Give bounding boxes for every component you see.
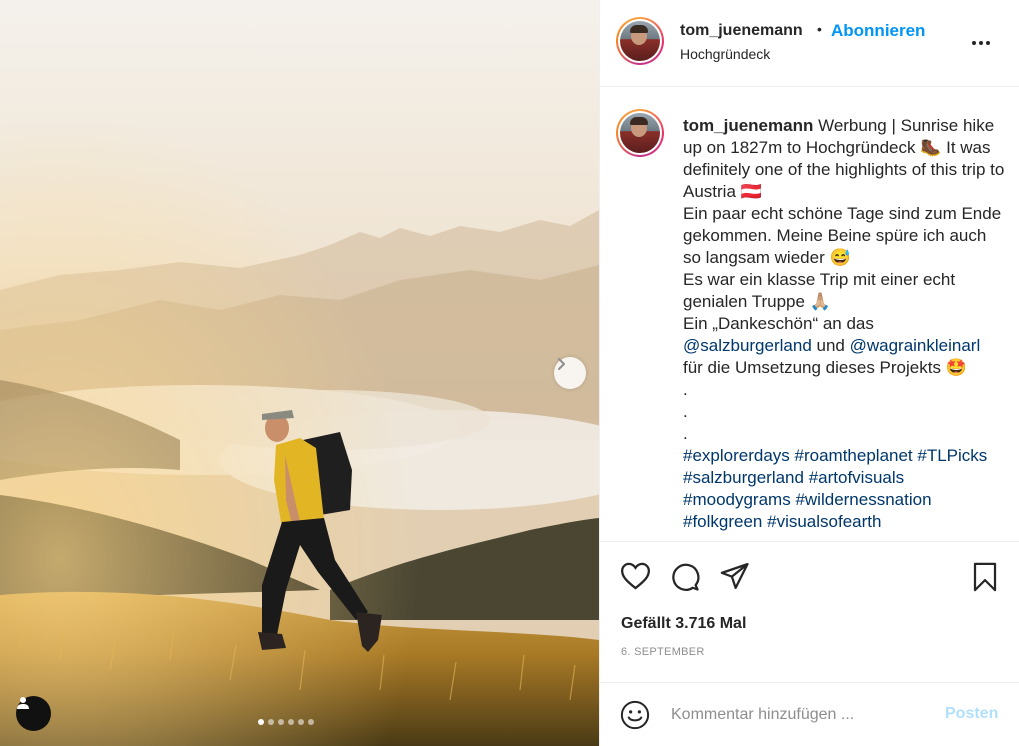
more-options-icon[interactable] [972,38,996,48]
hashtag-link[interactable]: #salzburgerland [683,468,804,487]
share-icon[interactable] [720,562,750,590]
mention-wagrainkleinarl[interactable]: @wagrainkleinarl [850,336,981,355]
caption-dot: . [683,380,688,399]
post-comment-button[interactable]: Posten [945,705,998,723]
likes-count[interactable]: Gefällt 3.716 Mal [621,615,746,633]
follow-button[interactable]: Abonnieren [831,21,925,41]
hiker-landscape-image [0,0,599,746]
carousel-dot [258,719,264,725]
caption-avatar[interactable] [616,109,664,157]
comment-bar: Posten [600,682,1019,746]
post-caption: tom_juenemann Werbung | Sunrise hike up … [683,115,1005,533]
hashtag-link[interactable]: #folkgreen [683,512,762,531]
bookmark-icon[interactable] [972,562,998,592]
header-username[interactable]: tom_juenemann [680,22,803,40]
carousel-dot [308,719,314,725]
post-actions: Gefällt 3.716 Mal 6. SEPTEMBER [600,541,1019,681]
emoji-icon[interactable] [620,700,650,730]
avatar[interactable] [616,17,664,65]
comment-input[interactable] [671,703,931,727]
carousel-dot [268,719,274,725]
comments-scroll-area[interactable]: tom_juenemann Werbung | Sunrise hike up … [600,88,1019,541]
caption-and: und [811,336,850,355]
hashtag-link[interactable]: #explorerdays [683,446,790,465]
hashtag-link[interactable]: #moodygrams [683,490,791,509]
post-header: tom_juenemann • Abonnieren Hochgründeck [600,0,1019,87]
carousel-dot [278,719,284,725]
heart-icon[interactable] [620,562,651,590]
carousel-indicator [258,719,314,725]
location-link[interactable]: Hochgründeck [680,46,770,62]
hashtag-link[interactable]: #artofvisuals [809,468,904,487]
comment-icon[interactable] [670,562,700,592]
hashtag-link[interactable]: #roamtheplanet [795,446,913,465]
caption-dot: . [683,424,688,443]
tagged-users-button[interactable] [16,696,51,731]
caption-text-3: Es war ein klasse Trip mit einer echt ge… [683,270,956,311]
user-icon [17,697,29,709]
carousel-next-button[interactable] [554,357,586,389]
hashtag-link[interactable]: #wildernessnation [795,490,931,509]
post-side-panel: tom_juenemann • Abonnieren Hochgründeck … [599,0,1019,746]
hashtag-link[interactable]: #visualsofearth [767,512,881,531]
carousel-dot [288,719,294,725]
caption-text-5: für die Umsetzung dieses Projekts 🤩 [683,358,967,377]
caption-text-4: Ein „Dankeschön“ an das [683,314,874,333]
chevron-right-icon [558,358,565,370]
carousel-dot [298,719,304,725]
post-date[interactable]: 6. SEPTEMBER [621,646,705,658]
caption-text-2: Ein paar echt schöne Tage sind zum Ende … [683,204,1002,267]
caption-dot: . [683,402,688,421]
hashtag-link[interactable]: #TLPicks [917,446,987,465]
caption-username[interactable]: tom_juenemann [683,116,813,135]
separator-bullet: • [817,21,822,37]
post-photo [0,0,599,746]
mention-salzburgerland[interactable]: @salzburgerland [683,336,812,355]
